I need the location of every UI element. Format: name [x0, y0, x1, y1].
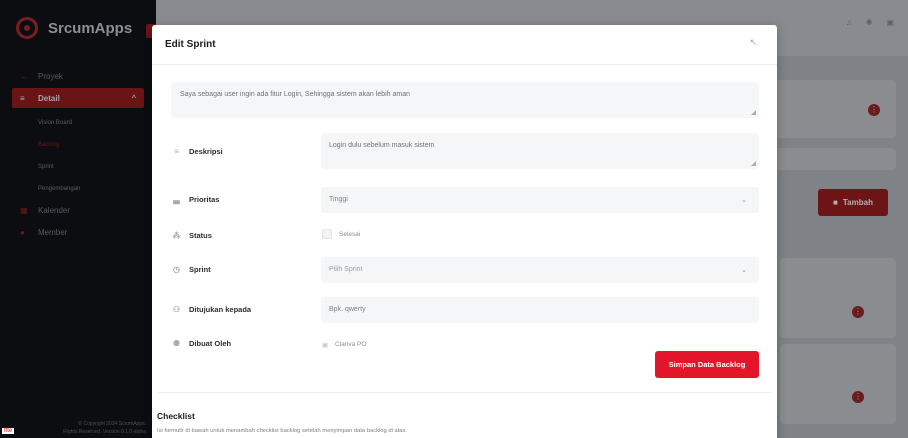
- ditujukan-label: ⚇ Ditujukan kepada: [172, 305, 251, 314]
- tambah-button[interactable]: ■ Tambah: [818, 189, 888, 216]
- ditujukan-value: Bpk. qwerty: [329, 306, 366, 313]
- more-icon[interactable]: ⋮: [852, 306, 864, 318]
- footer-copyright: © Copyright 2024 ScrumApps.: [78, 421, 146, 427]
- deskripsi-textarea[interactable]: Login dulu sebelum masuk sistem: [321, 133, 759, 169]
- logo-icon: [16, 17, 38, 39]
- modal-header: Edit Sprint: [152, 25, 777, 65]
- clock-icon: ◷: [173, 265, 180, 274]
- chevron-down-icon: ⌄: [741, 197, 747, 204]
- sidebar-item-kalender[interactable]: ▦ Kalender: [0, 200, 156, 220]
- sidebar: SrcumApps ← Proyek ≡ Detail ^ Vision Boa…: [0, 0, 156, 438]
- prioritas-label-text: Prioritas: [189, 195, 220, 204]
- plus-icon: ■: [833, 198, 838, 207]
- tambah-button-label: Tambah: [842, 198, 873, 207]
- deskripsi-label-text: Deskripsi: [189, 147, 223, 156]
- deskripsi-value: Login dulu sebelum masuk sistem: [329, 142, 435, 149]
- sidebar-item-detail[interactable]: ≡ Detail ^: [12, 88, 144, 108]
- sidebar-item-label: Kalender: [38, 205, 71, 215]
- arrow-left-icon: ←: [20, 71, 28, 81]
- status-icon: ⁂: [172, 231, 181, 240]
- dibuat-label: ⚉ Dibuat Oleh: [172, 339, 231, 348]
- dibuat-label-text: Dibuat Oleh: [189, 339, 232, 348]
- sidebar-subitem-vision-board[interactable]: Vision Board: [0, 112, 156, 134]
- sidebar-item-proyek[interactable]: ← Proyek: [0, 66, 156, 86]
- users-icon: ⚉: [172, 339, 181, 348]
- edit-sprint-modal: Edit Sprint ↖ Saya sebagai user ingin ad…: [152, 25, 777, 438]
- top-bar-icons: ♫ ✺ ▣: [846, 18, 894, 27]
- deskripsi-label: ≡ Deskripsi: [172, 147, 223, 156]
- close-icon[interactable]: ↖: [749, 37, 757, 48]
- dibuat-value: Clariva PO: [335, 341, 367, 348]
- list-icon: ≡: [20, 93, 25, 103]
- priority-icon: ▃: [173, 195, 180, 204]
- selesai-label: Selesai: [339, 231, 361, 238]
- sidebar-item-label: Member: [38, 227, 68, 237]
- brand-name: SrcumApps: [48, 19, 133, 37]
- chevron-up-icon: ^: [131, 94, 136, 102]
- resize-handle-icon[interactable]: [751, 110, 756, 115]
- sprint-label-text: Sprint: [189, 265, 211, 274]
- more-icon[interactable]: ⋮: [868, 104, 880, 116]
- sprint-label: ◷ Sprint: [172, 265, 211, 274]
- checklist-title: Checklist: [157, 411, 195, 421]
- ditujukan-input[interactable]: Bpk. qwerty: [321, 297, 759, 323]
- chevron-down-icon: ⌄: [741, 267, 747, 274]
- sidebar-item-label: Proyek: [38, 71, 63, 81]
- bell-icon[interactable]: ♫: [846, 18, 852, 27]
- sidebar-footer: © Copyright 2024 ScrumApps. Rights Reser…: [6, 420, 146, 436]
- sprint-placeholder: Pilih Sprint: [329, 266, 363, 273]
- more-icon[interactable]: ⋮: [852, 391, 864, 403]
- checklist-description: Isi formulir di bawah untuk menambah che…: [157, 428, 408, 434]
- footer-badge: ffte: [2, 428, 15, 434]
- selesai-checkbox[interactable]: [322, 229, 332, 239]
- prioritas-value: Tinggi: [329, 196, 348, 203]
- status-label-text: Status: [189, 231, 212, 240]
- section-divider: [157, 392, 772, 393]
- sidebar-nav: ← Proyek ≡ Detail ^ Vision Board Backlog…: [0, 66, 156, 244]
- user-icon: ●: [20, 227, 25, 237]
- sidebar-subitem-pengembangan[interactable]: Pengembangan: [0, 178, 156, 200]
- ditujukan-label-text: Ditujukan kepada: [189, 305, 252, 314]
- resize-handle-icon[interactable]: [751, 161, 756, 166]
- calendar-icon: ▦: [20, 205, 28, 215]
- modal-title: Edit Sprint: [165, 39, 216, 50]
- sprint-select[interactable]: Pilih Sprint ⌄: [321, 257, 759, 283]
- settings-icon[interactable]: ▣: [886, 18, 894, 27]
- sidebar-logo[interactable]: SrcumApps: [0, 0, 156, 56]
- background-card: [780, 258, 896, 338]
- avatar-icon: ▣: [322, 342, 329, 349]
- title-textarea-value: Saya sebagai user ingin ada fitur Login,…: [180, 91, 410, 98]
- sidebar-item-member[interactable]: ● Member: [0, 222, 156, 242]
- sidebar-item-label: Detail: [38, 93, 60, 103]
- prioritas-select[interactable]: Tinggi ⌄: [321, 187, 759, 213]
- title-textarea[interactable]: Saya sebagai user ingin ada fitur Login,…: [171, 82, 759, 118]
- prioritas-label: ▃ Prioritas: [172, 195, 219, 204]
- background-card: [780, 344, 896, 424]
- text-icon: ≡: [174, 147, 179, 156]
- sidebar-subitem-sprint[interactable]: Sprint: [0, 156, 156, 178]
- status-label: ⁂ Status: [172, 231, 212, 240]
- sidebar-subitem-backlog[interactable]: Backlog: [0, 134, 156, 156]
- sun-icon[interactable]: ✺: [866, 18, 873, 27]
- assign-user-icon: ⚇: [172, 305, 181, 314]
- footer-version: Rights Reserved. Version 0.1.0-alpha: [63, 429, 146, 435]
- simpan-data-backlog-button[interactable]: Simpan Data Backlog: [655, 351, 759, 378]
